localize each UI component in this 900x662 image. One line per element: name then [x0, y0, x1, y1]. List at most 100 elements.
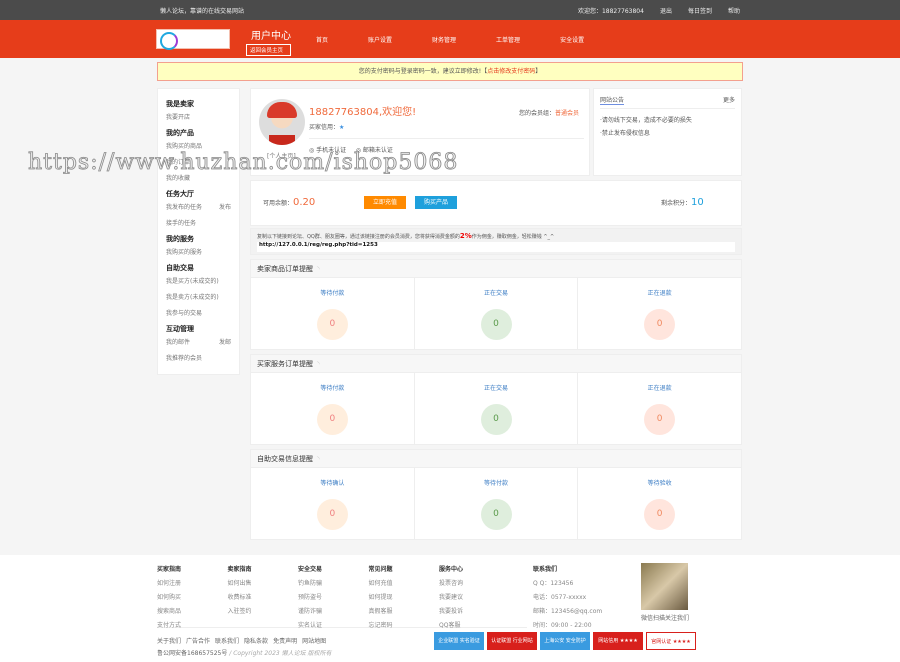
sidebar-item-action[interactable]: 发布 [219, 202, 231, 211]
sidebar-item[interactable]: 我发布的任务 发布 [166, 202, 231, 211]
sidebar-item[interactable]: 我是买方(未成交的) [166, 276, 231, 285]
reminder-count[interactable]: 0 [480, 404, 512, 435]
reminder-label[interactable]: 等待付款 [320, 290, 344, 297]
reminder-label[interactable]: 等待付款 [320, 385, 344, 392]
change-pay-password-link[interactable]: 点击修改支付密码 [487, 68, 535, 75]
sidebar-item-label[interactable]: 我的收藏 [166, 173, 190, 182]
trust-badge[interactable]: 认证联盟 行业网站 [487, 632, 537, 650]
welcome-user[interactable]: 欢迎您：18827763804 [578, 6, 644, 15]
sidebar-item-label[interactable]: 我推荐的会员 [166, 353, 202, 362]
sidebar-item[interactable]: 我推荐的会员 [166, 353, 231, 362]
reminder-label[interactable]: 正在退款 [648, 290, 672, 297]
email-verify[interactable]: 邮箱未认证 [363, 147, 393, 154]
signin-link[interactable]: 每日签到 [688, 6, 712, 15]
more-link[interactable]: 更多 [723, 95, 735, 105]
homepage-link[interactable]: [个人主页] [267, 151, 296, 160]
reminder-count[interactable]: 0 [644, 309, 676, 340]
footer-bottom-link[interactable]: 联系我们 [215, 636, 239, 645]
sidebar-item-label[interactable]: 我购买的服务 [166, 247, 202, 256]
nav-account[interactable]: 账户设置 [368, 35, 392, 44]
sidebar-item[interactable]: 我的订单 [166, 157, 231, 166]
announce-item[interactable]: ·禁止发布侵权信息 [600, 128, 735, 137]
footer-link[interactable]: 如何购买 [157, 592, 181, 601]
site-logo[interactable] [156, 29, 230, 50]
nav-tickets[interactable]: 工单管理 [496, 35, 520, 44]
sidebar-item-label[interactable]: 我的订单 [166, 157, 190, 166]
nav-security[interactable]: 安全设置 [560, 35, 584, 44]
sidebar-item-action[interactable]: 发邮 [219, 337, 231, 346]
footer-link[interactable]: 入驻签约 [228, 606, 252, 615]
nav-finance[interactable]: 财务管理 [432, 35, 456, 44]
announce-item[interactable]: ·请勿线下交易，造成不必要的损失 [600, 115, 735, 124]
footer-bottom-link[interactable]: 广告合作 [186, 636, 210, 645]
footer-link[interactable]: 支付方式 [157, 620, 181, 629]
sidebar-item[interactable]: 我购买的商品 [166, 141, 231, 150]
reminder-label[interactable]: 等待验收 [648, 480, 672, 487]
buy-product-button[interactable]: 购买产品 [415, 196, 457, 209]
reminder-count[interactable]: 0 [316, 309, 348, 340]
reminder-count[interactable]: 0 [316, 404, 348, 435]
footer-link[interactable]: 收费标准 [228, 592, 252, 601]
footer-link[interactable]: 如何充值 [369, 578, 393, 587]
sidebar-item[interactable]: 我购买的服务 [166, 247, 231, 256]
reminder-count[interactable]: 0 [316, 499, 348, 530]
sidebar-item-label[interactable]: 我发布的任务 [166, 202, 202, 211]
reminder-label[interactable]: 正在退款 [648, 385, 672, 392]
footer-link[interactable]: 我要建议 [439, 592, 463, 601]
help-link[interactable]: 帮助 [728, 6, 740, 15]
recharge-button[interactable]: 立即充值 [364, 196, 406, 209]
phone-verify[interactable]: 手机未认证 [316, 147, 346, 154]
sidebar-item-label[interactable]: 我是卖方(未成交的) [166, 292, 219, 301]
sidebar-item-label[interactable]: 我要开店 [166, 112, 190, 121]
footer-link[interactable]: 如何提现 [369, 592, 393, 601]
reminder-count[interactable]: 0 [480, 309, 512, 340]
reminder-count[interactable]: 0 [644, 499, 676, 530]
footer-link[interactable]: 如何注册 [157, 578, 181, 587]
sidebar-item[interactable]: 我的邮件 发邮 [166, 337, 231, 346]
reminder-label[interactable]: 等待付款 [484, 480, 508, 487]
sidebar-item[interactable]: 我的收藏 [166, 173, 231, 182]
sidebar-group-title: 我的服务 [166, 235, 194, 243]
nav-home[interactable]: 首页 [316, 35, 328, 44]
footer-link[interactable]: QQ客服 [439, 620, 463, 629]
profile-card: [个人主页] 18827763804,欢迎您! 买家信用：★ 您的会员组：普通会… [250, 88, 590, 176]
footer-bottom-link[interactable]: 免责声明 [273, 636, 297, 645]
footer-link[interactable]: 谨防诈骗 [298, 606, 322, 615]
footer-bottom-link[interactable]: 网站地图 [302, 636, 326, 645]
footer-link[interactable]: 预防盗号 [298, 592, 322, 601]
reminder-cell: 等待验收 0 [578, 468, 741, 540]
footer-link[interactable]: 搜索商品 [157, 606, 181, 615]
sidebar-item[interactable]: 我要开店 [166, 112, 231, 121]
reminder-label[interactable]: 等待确认 [320, 480, 344, 487]
logout-link[interactable]: 退出 [660, 6, 672, 15]
footer-bottom-link[interactable]: 关于我们 [157, 636, 181, 645]
sidebar-item-label[interactable]: 我的邮件 [166, 337, 190, 346]
sidebar-item-label[interactable]: 我参与的交易 [166, 308, 202, 317]
sidebar-item[interactable]: 我是卖方(未成交的) [166, 292, 231, 301]
trust-badge[interactable]: 上海公安 安全防护 [540, 632, 590, 650]
reminder-label[interactable]: 正在交易 [484, 290, 508, 297]
footer-link[interactable]: 如何出售 [228, 578, 252, 587]
back-to-home-button[interactable]: 返回会员主页 [246, 44, 291, 56]
member-level: 普通会员 [554, 110, 579, 117]
footer-link[interactable]: 实名认证 [298, 620, 322, 629]
footer-link[interactable]: 我要投诉 [439, 606, 463, 615]
footer-link[interactable]: 投票咨询 [439, 578, 463, 587]
avatar[interactable] [259, 99, 305, 145]
sidebar-item-label[interactable]: 我是买方(未成交的) [166, 276, 219, 285]
sidebar-item[interactable]: 我参与的交易 [166, 308, 231, 317]
footer-link[interactable]: 真假客服 [369, 606, 393, 615]
invite-url-input[interactable]: http://127.0.0.1/reg/reg.php?tid=1253 [257, 242, 735, 252]
footer-bottom-link[interactable]: 隐私条款 [244, 636, 268, 645]
reminder-count[interactable]: 0 [644, 404, 676, 435]
sidebar-item[interactable]: 接手的任务 [166, 218, 231, 227]
trust-badge[interactable]: 企业联盟 实名验证 [434, 632, 484, 650]
trust-badge[interactable]: 网站信用 ★★★★ [593, 632, 643, 650]
sidebar-item-label[interactable]: 我购买的商品 [166, 141, 202, 150]
trust-badge[interactable]: 官网认证 ★★★★ [646, 632, 696, 650]
footer-link[interactable]: 钓鱼防骗 [298, 578, 322, 587]
sidebar-item-label[interactable]: 接手的任务 [166, 218, 196, 227]
footer-link[interactable]: 忘记密码 [369, 620, 393, 629]
reminder-label[interactable]: 正在交易 [484, 385, 508, 392]
reminder-count[interactable]: 0 [480, 499, 512, 530]
